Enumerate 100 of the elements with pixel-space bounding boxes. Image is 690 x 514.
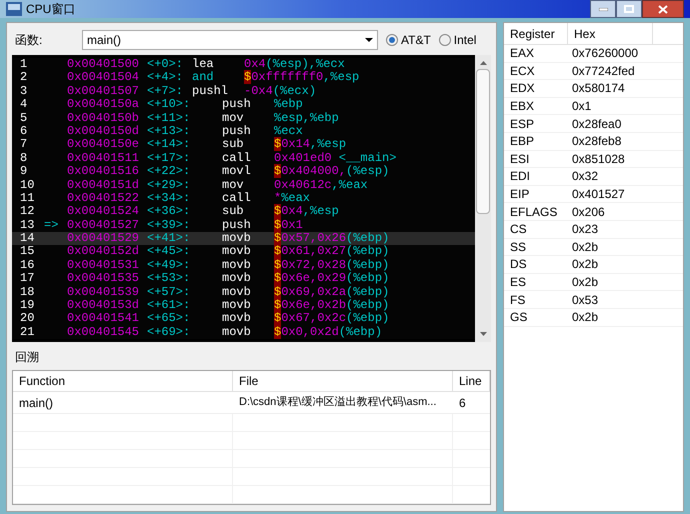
operands: -0x4(%ecx)	[244, 84, 316, 98]
register-value: 0x32	[571, 168, 600, 185]
offset: <+4>:	[147, 71, 184, 85]
column-header[interactable]: Line	[453, 371, 490, 391]
address: 0x0040150d	[67, 124, 140, 138]
mnemonic: movb	[222, 245, 252, 259]
register-value: 0x28feb8	[571, 133, 622, 150]
address: 0x00401507	[67, 84, 140, 98]
address: 0x00401524	[67, 205, 140, 219]
operands: $0x1	[274, 218, 303, 232]
address: 0x00401511	[67, 152, 140, 166]
mnemonic: and	[192, 71, 215, 85]
address: 0x00401527	[67, 218, 140, 232]
close-button[interactable]	[642, 0, 684, 18]
address: 0x00401529	[67, 232, 140, 246]
scroll-thumb[interactable]	[476, 69, 490, 214]
line-number: 16	[19, 258, 36, 272]
minimize-button[interactable]	[590, 0, 616, 18]
column-header[interactable]: Function	[13, 371, 233, 391]
register-name: FS	[509, 292, 526, 308]
register-value: 0x28fea0	[571, 116, 622, 132]
column-header[interactable]: Hex	[568, 23, 653, 44]
line-number: 8	[19, 152, 28, 166]
address: 0x0040152d	[67, 245, 140, 259]
line-number: 13	[19, 218, 36, 232]
mnemonic: movb	[222, 232, 252, 246]
register-name: ESI	[509, 150, 530, 168]
maximize-icon	[624, 5, 634, 13]
column-header[interactable]: Register	[504, 23, 568, 44]
line-number: 14	[19, 232, 36, 246]
register-value: 0x1	[571, 98, 592, 114]
register-name: EBX	[509, 98, 536, 114]
operands: 0x4(%esp),%ecx	[244, 58, 345, 71]
mnemonic: sub	[222, 205, 245, 219]
scroll-up-icon	[480, 61, 486, 65]
operands: 0x40612c,%eax	[274, 178, 368, 192]
dropdown-caret-icon	[365, 38, 373, 42]
mnemonic: call	[222, 152, 252, 165]
register-value: 0x2b	[571, 256, 600, 273]
offset: <+61>:	[147, 299, 192, 312]
offset: <+11>:	[147, 112, 192, 125]
offset: <+0>:	[147, 58, 184, 72]
operands: $0x0,0x2d(%ebp)	[274, 326, 382, 340]
address: 0x00401516	[67, 165, 140, 179]
operands: $0x14,%esp	[274, 138, 346, 152]
mnemonic: mov	[222, 112, 245, 125]
offset: <+29>:	[147, 178, 192, 192]
mnemonic: movb	[222, 299, 252, 312]
offset: <+65>:	[147, 312, 192, 326]
operands: %ecx	[274, 124, 303, 138]
address: 0x00401539	[67, 286, 140, 299]
function-dropdown[interactable]: main()	[82, 30, 378, 50]
mnemonic: movb	[222, 326, 252, 340]
address: 0x00401541	[67, 312, 140, 326]
address: 0x0040151d	[67, 178, 140, 192]
column-header[interactable]: File	[233, 371, 453, 391]
address: 0x0040150e	[67, 138, 140, 152]
syntax-radio[interactable]: AT&T	[386, 31, 431, 49]
offset: <+22>:	[147, 165, 192, 179]
syntax-radio[interactable]: Intel	[438, 31, 476, 49]
offset: <+36>:	[147, 205, 192, 219]
register-value: 0x2b	[571, 238, 600, 256]
mnemonic: movl	[222, 165, 252, 179]
address: 0x00401504	[67, 71, 140, 85]
register-value: 0x76260000	[571, 45, 640, 62]
register-value: 0x2b	[571, 309, 600, 326]
register-value: 0x2b	[571, 274, 600, 290]
address: 0x0040153d	[67, 299, 140, 312]
address: 0x0040150a	[67, 98, 140, 112]
operands: *%eax	[274, 192, 310, 205]
maximize-button[interactable]	[616, 0, 642, 18]
mnemonic: sub	[222, 138, 245, 152]
scrollbar[interactable]	[475, 55, 491, 342]
register-name: EDX	[509, 80, 536, 97]
line-number: 19	[19, 299, 36, 312]
offset: <+57>:	[147, 286, 192, 300]
function-label: 函数:	[14, 32, 44, 49]
register-name: CS	[509, 221, 528, 238]
scroll-down-icon	[480, 332, 486, 336]
offset: <+17>:	[147, 152, 192, 166]
register-name: DS	[509, 256, 528, 273]
offset: <+7>:	[147, 84, 184, 98]
offset: <+14>:	[147, 138, 192, 152]
window-title: CPU窗口	[26, 1, 76, 18]
line-number: 4	[19, 98, 28, 112]
register-value: 0x206	[571, 204, 606, 220]
offset: <+41>:	[147, 232, 192, 246]
line-number: 10	[19, 178, 36, 192]
operands: %esp,%ebp	[274, 112, 339, 125]
operands: 0x401ed0 <__main>	[274, 152, 396, 165]
line-number: 5	[19, 112, 28, 125]
mnemonic: lea	[192, 58, 215, 71]
operands: $0xfffffff0,%esp	[244, 71, 360, 85]
table-cell-text: main()	[18, 394, 54, 412]
offset: <+10>:	[147, 98, 192, 112]
operands: $0x404000,(%esp)	[274, 165, 390, 179]
operands: $0x4,%esp	[274, 205, 339, 219]
mnemonic: movb	[222, 258, 252, 272]
register-value: 0x77242fed	[571, 62, 636, 80]
register-value: 0x53	[571, 292, 600, 308]
